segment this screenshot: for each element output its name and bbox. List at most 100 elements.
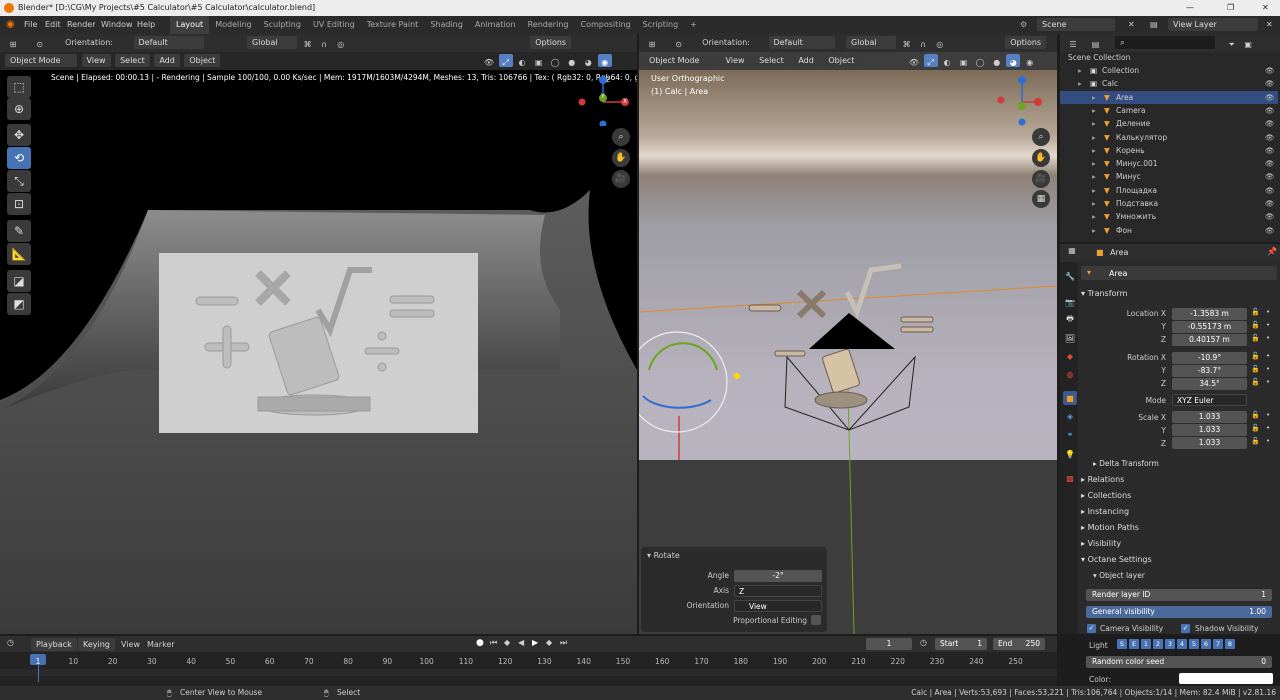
jump-start-icon[interactable]: ⏮: [490, 638, 497, 648]
play-reverse-icon[interactable]: ◀: [518, 638, 524, 647]
keyframe-dot-icon[interactable]: •: [1266, 308, 1270, 316]
location-z-field[interactable]: 0.40157 m: [1172, 334, 1247, 346]
view-layer-close-icon[interactable]: ✕: [1266, 16, 1273, 34]
scale-y-field[interactable]: 1.033: [1172, 424, 1247, 436]
display-mode-icon[interactable]: ▤: [1089, 36, 1103, 49]
keyframe-dot-icon[interactable]: •: [1266, 334, 1270, 342]
keying-menu[interactable]: Keying: [78, 638, 115, 651]
camera-view-icon-2[interactable]: 🎥: [1032, 170, 1050, 188]
light-pass-toggle[interactable]: 3: [1165, 639, 1175, 649]
move-tool-icon[interactable]: ✥: [7, 124, 31, 146]
location-x-field[interactable]: -1.3583 m: [1172, 308, 1247, 320]
scale-tool-icon[interactable]: ⤡: [7, 170, 31, 192]
close-icon[interactable]: ✕: [1262, 0, 1269, 16]
object-mode-dropdown[interactable]: Object Mode: [5, 54, 77, 67]
measure-tool-icon[interactable]: 📐: [7, 243, 31, 265]
menu-edit[interactable]: Edit: [45, 16, 61, 34]
timeline-view-menu[interactable]: View: [121, 640, 140, 649]
tool-tab-icon[interactable]: 🔧: [1063, 269, 1077, 283]
light-pass-toggle[interactable]: 1: [1141, 639, 1151, 649]
render-tab-icon[interactable]: 📷: [1063, 295, 1077, 309]
shading-wireframe-icon[interactable]: ◯: [548, 54, 562, 67]
tab-animation[interactable]: Animation: [469, 16, 522, 34]
view-layer-selector[interactable]: View Layer: [1168, 18, 1258, 31]
light-pass-toggle[interactable]: E: [1129, 639, 1139, 649]
light-pass-toggle[interactable]: 8: [1225, 639, 1235, 649]
angle-field[interactable]: -2°: [734, 570, 822, 582]
tab-texture-paint[interactable]: Texture Paint: [361, 16, 425, 34]
preview-range-icon[interactable]: ◷: [920, 638, 927, 647]
xray-icon[interactable]: ▣: [532, 54, 546, 67]
shading-solid-icon-2[interactable]: ●: [990, 54, 1004, 67]
tab-shading[interactable]: Shading: [424, 16, 469, 34]
outliner-item[interactable]: ▸ ▼ Умножить 👁: [1060, 210, 1278, 223]
outliner-item[interactable]: ▸ ▼ Калькулятор 👁: [1060, 131, 1278, 144]
select-box-tool-icon[interactable]: ⬚: [7, 76, 31, 98]
transform-panel-header[interactable]: ▾ Transform: [1081, 286, 1277, 301]
expand-arrow-icon[interactable]: ▸: [1092, 157, 1096, 170]
object-data-tab-icon[interactable]: 💡: [1063, 447, 1077, 461]
general-visibility-field[interactable]: General visibility 1.00: [1086, 606, 1272, 618]
shading-solid-icon[interactable]: ●: [565, 54, 579, 67]
menu-select-2[interactable]: Select: [754, 54, 789, 67]
overlay-icon-2[interactable]: ◐: [940, 54, 954, 67]
transform-tool-icon[interactable]: ⊡: [7, 193, 31, 215]
options-dropdown-2[interactable]: Options: [1005, 36, 1047, 49]
xray-icon-2[interactable]: ▣: [957, 54, 971, 67]
lock-icon[interactable]: 🔓: [1251, 365, 1260, 373]
instancing-panel-header[interactable]: ▸ Instancing: [1081, 504, 1277, 519]
outliner-item[interactable]: ▸ ▼ Деление 👁: [1060, 117, 1278, 130]
output-tab-icon[interactable]: 🖶: [1063, 313, 1077, 327]
view-layer-tab-icon[interactable]: 🖼: [1063, 331, 1077, 345]
eye-icon[interactable]: 👁: [1265, 224, 1275, 237]
transform-pivot-icon-2[interactable]: ⊙: [672, 36, 686, 49]
eye-icon[interactable]: 👁: [1265, 170, 1275, 183]
tab-uv-editing[interactable]: UV Editing: [307, 16, 361, 34]
menu-object-2[interactable]: Object: [823, 54, 860, 67]
left-viewport-rendered[interactable]: ⊞ ⊙ Orientation: Default Global ⌘ ∩ ◎ Op…: [0, 34, 637, 634]
keyframe-dot-icon[interactable]: •: [1266, 352, 1270, 360]
outliner-item[interactable]: ▸ ▣ Collection 👁: [1060, 64, 1278, 77]
right-viewport[interactable]: ⊞ ⊙ Orientation: Default Global ⌘ ∩ ◎ Op…: [639, 34, 1057, 634]
magnet-icon-2[interactable]: ∩: [916, 36, 930, 49]
orientation-dropdown[interactable]: Default: [133, 36, 204, 49]
location-y-field[interactable]: -0.55173 m: [1172, 321, 1247, 333]
visibility-icon[interactable]: 👁: [482, 54, 496, 67]
outliner-item[interactable]: ▸ ▼ Площадка 👁: [1060, 184, 1278, 197]
light-pass-toggle[interactable]: 7: [1213, 639, 1223, 649]
menu-window[interactable]: Window: [101, 16, 133, 34]
prev-key-icon[interactable]: ◆: [504, 638, 510, 647]
scale-z-field[interactable]: 1.033: [1172, 437, 1247, 449]
camera-visibility-checkbox[interactable]: ✓: [1087, 624, 1096, 633]
keyframe-dot-icon[interactable]: •: [1266, 424, 1270, 432]
expand-arrow-icon[interactable]: ▸: [1092, 117, 1096, 130]
light-pass-toggle[interactable]: S: [1117, 639, 1127, 649]
view-layer-icon[interactable]: ▤: [1150, 16, 1158, 34]
zoom-icon[interactable]: ⌕: [612, 128, 630, 146]
lock-icon[interactable]: 🔓: [1251, 378, 1260, 386]
next-key-icon[interactable]: ◆: [546, 638, 552, 647]
eye-icon[interactable]: 👁: [1265, 64, 1275, 77]
shading-wireframe-icon-2[interactable]: ◯: [973, 54, 987, 67]
outliner-type-icon[interactable]: ☰: [1066, 36, 1080, 49]
lock-icon[interactable]: 🔓: [1251, 308, 1260, 316]
menu-object[interactable]: Object: [184, 54, 221, 67]
proportional-edit-icon-2[interactable]: ◎: [933, 36, 947, 49]
keyframe-dot-icon[interactable]: •: [1266, 365, 1270, 373]
scene-tab-icon[interactable]: ◆: [1063, 349, 1077, 363]
grid-view-icon[interactable]: ▦: [1032, 190, 1050, 208]
menu-render[interactable]: Render: [67, 16, 95, 34]
eye-icon[interactable]: 👁: [1265, 77, 1275, 90]
modifiers-tab-icon[interactable]: ◈: [1063, 409, 1077, 423]
editor-type-icon[interactable]: ⊞: [6, 36, 20, 49]
scale-x-field[interactable]: 1.033: [1172, 411, 1247, 423]
expand-arrow-icon[interactable]: ▸: [1092, 210, 1096, 223]
random-color-seed-field[interactable]: Random color seed 0: [1086, 656, 1272, 668]
delta-transform-header[interactable]: ▸ Delta Transform: [1093, 456, 1280, 471]
shading-material-icon[interactable]: ◕: [581, 54, 595, 67]
scene-close-icon[interactable]: ✕: [1128, 16, 1135, 34]
rotation-z-field[interactable]: 34.5°: [1172, 378, 1247, 390]
axis-dropdown[interactable]: Z: [734, 585, 822, 597]
marker-menu[interactable]: Marker: [147, 640, 175, 649]
visibility-icon-2[interactable]: 👁: [907, 54, 921, 67]
